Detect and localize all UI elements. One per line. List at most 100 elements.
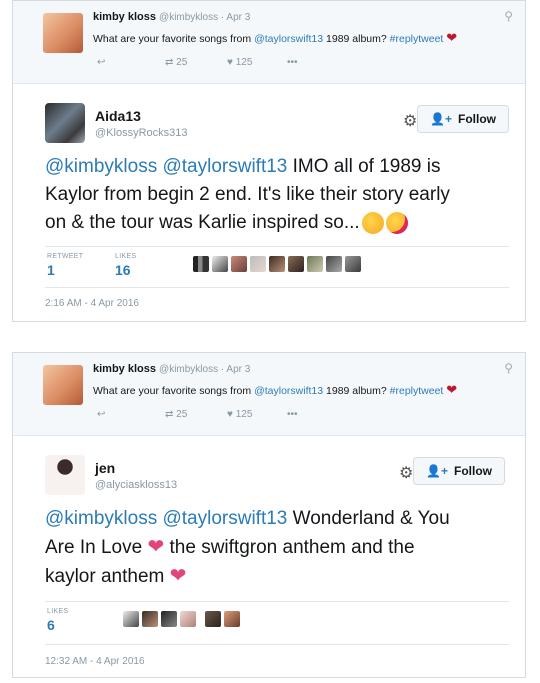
avatar[interactable] [43, 13, 83, 53]
follow-icon: 👤+ [426, 464, 448, 478]
more-icon[interactable]: ••• [287, 409, 298, 420]
stat-label: RETWEET [47, 253, 84, 260]
reply-icon[interactable]: ↩ [97, 57, 165, 68]
mention-link[interactable]: @taylorswift13 [254, 33, 323, 45]
avatar[interactable] [205, 611, 221, 627]
gear-icon[interactable]: ⚙ [399, 463, 413, 483]
avatar[interactable] [43, 365, 83, 405]
retweet-count: 1 [47, 262, 55, 278]
like-button[interactable]: ♥ 125 [227, 409, 287, 420]
follow-icon: 👤+ [430, 112, 452, 126]
likes-stat[interactable]: LIKES 16 [115, 253, 136, 278]
more-icon[interactable]: ••• [287, 57, 298, 68]
text: Are In Love [45, 537, 143, 558]
heart-emoji: ❤ [446, 30, 458, 45]
tweet-card: kimby kloss @kimbykloss · Apr 3 ⚲ What a… [12, 0, 526, 322]
author-name[interactable]: Aida13 [95, 108, 141, 124]
kiss-emoji-icon [385, 211, 408, 234]
text: kaylor anthem [45, 566, 165, 587]
mention-link[interactable]: @kimbykloss @taylorswift13 [45, 508, 287, 529]
follow-label: Follow [458, 112, 496, 126]
parent-author-meta: @kimbykloss · Apr 3 [159, 12, 251, 23]
timestamp[interactable]: 12:32 AM - 4 Apr 2016 [45, 656, 145, 667]
heart-emoji: ❤ [446, 382, 458, 397]
likes-count: 16 [115, 262, 131, 278]
text: Kaylor from begin 2 end. It's like their… [45, 184, 450, 205]
stat-label: LIKES [115, 253, 137, 260]
reply-icon[interactable]: ↩ [97, 409, 165, 420]
parent-tweet-text: What are your favorite songs from @taylo… [93, 382, 457, 398]
hashtag-link[interactable]: #replytweet [390, 385, 444, 397]
wink-emoji-icon [361, 211, 384, 234]
avatar[interactable] [307, 256, 323, 272]
text: Wonderland & You [287, 508, 450, 529]
author-handle[interactable]: @alyciaskloss13 [95, 479, 177, 491]
mention-link[interactable]: @kimbykloss @taylorswift13 [45, 156, 287, 177]
avatar[interactable] [180, 611, 196, 627]
avatar[interactable] [45, 455, 85, 495]
parent-author-meta: @kimbykloss · Apr 3 [159, 364, 251, 375]
avatar[interactable] [269, 256, 285, 272]
avatar[interactable] [250, 256, 266, 272]
stat-label: LIKES [47, 608, 69, 615]
text: IMO all of 1989 is [287, 156, 441, 177]
retweet-icon: ⇄ [165, 409, 174, 420]
author-handle[interactable]: @KlossyRocks313 [95, 127, 187, 139]
text: 1989 album? [323, 33, 390, 45]
avatar[interactable] [161, 611, 177, 627]
parent-author-name[interactable]: kimby kloss [93, 363, 156, 375]
gear-icon[interactable]: ⚙ [403, 111, 417, 131]
parent-author-name[interactable]: kimby kloss [93, 11, 156, 23]
retweet-button[interactable]: ⇄ 25 [165, 57, 227, 68]
avatar[interactable] [326, 256, 342, 272]
location-icon: ⚲ [504, 9, 513, 23]
hearts-emoji-icon: ❤ [169, 565, 187, 587]
text: the swiftgron anthem and the [169, 537, 415, 558]
tweet-text: @kimbykloss @taylorswift13 IMO all of 19… [45, 153, 525, 237]
follow-button[interactable]: 👤+ Follow [413, 457, 505, 485]
parent-tweet-text: What are your favorite songs from @taylo… [93, 30, 457, 46]
timestamp[interactable]: 2:16 AM - 4 Apr 2016 [45, 298, 139, 309]
follow-label: Follow [454, 464, 492, 478]
parent-tweet[interactable]: kimby kloss @kimbykloss · Apr 3 ⚲ What a… [13, 353, 525, 436]
avatar[interactable] [345, 256, 361, 272]
like-button[interactable]: ♥ 125 [227, 57, 287, 68]
like-count: 125 [235, 57, 253, 68]
retweet-count: 25 [176, 57, 188, 68]
likes-stat[interactable]: LIKES 6 [47, 608, 68, 633]
avatar[interactable] [212, 256, 228, 272]
mention-link[interactable]: @taylorswift13 [254, 385, 323, 397]
retweet-button[interactable]: ⇄ 25 [165, 409, 227, 420]
parent-actions: ↩ ⇄ 25 ♥ 125 ••• [97, 409, 298, 420]
likes-count: 6 [47, 617, 55, 633]
follow-button[interactable]: 👤+ Follow [417, 105, 509, 133]
retweet-icon: ⇄ [165, 57, 174, 68]
like-icon: ♥ [227, 409, 233, 420]
location-icon: ⚲ [504, 361, 513, 375]
avatar[interactable] [123, 611, 139, 627]
tweet-card: kimby kloss @kimbykloss · Apr 3 ⚲ What a… [12, 352, 526, 678]
avatar[interactable] [288, 256, 304, 272]
text: What are your favorite songs from [93, 33, 255, 45]
retweet-count: 25 [176, 409, 188, 420]
tweet-text: @kimbykloss @taylorswift13 Wonderland & … [45, 505, 525, 591]
parent-tweet[interactable]: kimby kloss @kimbykloss · Apr 3 ⚲ What a… [13, 1, 525, 84]
liker-avatars [193, 256, 361, 272]
author-name[interactable]: jen [95, 460, 115, 476]
hashtag-link[interactable]: #replytweet [390, 33, 444, 45]
avatar[interactable] [142, 611, 158, 627]
avatar[interactable] [45, 103, 85, 143]
avatar[interactable] [224, 611, 240, 627]
hearts-emoji-icon: ❤ [147, 536, 165, 558]
parent-actions: ↩ ⇄ 25 ♥ 125 ••• [97, 57, 298, 68]
tweet-stats: RETWEET 1 LIKES 16 [45, 246, 509, 288]
avatar[interactable] [193, 256, 209, 272]
text: What are your favorite songs from [93, 385, 255, 397]
avatar[interactable] [231, 256, 247, 272]
retweet-stat[interactable]: RETWEET 1 [47, 253, 83, 278]
like-icon: ♥ [227, 57, 233, 68]
like-count: 125 [235, 409, 253, 420]
liker-avatars [123, 611, 240, 627]
text: on & the tour was Karlie inspired so... [45, 212, 360, 233]
tweet-stats: LIKES 6 [45, 601, 509, 645]
